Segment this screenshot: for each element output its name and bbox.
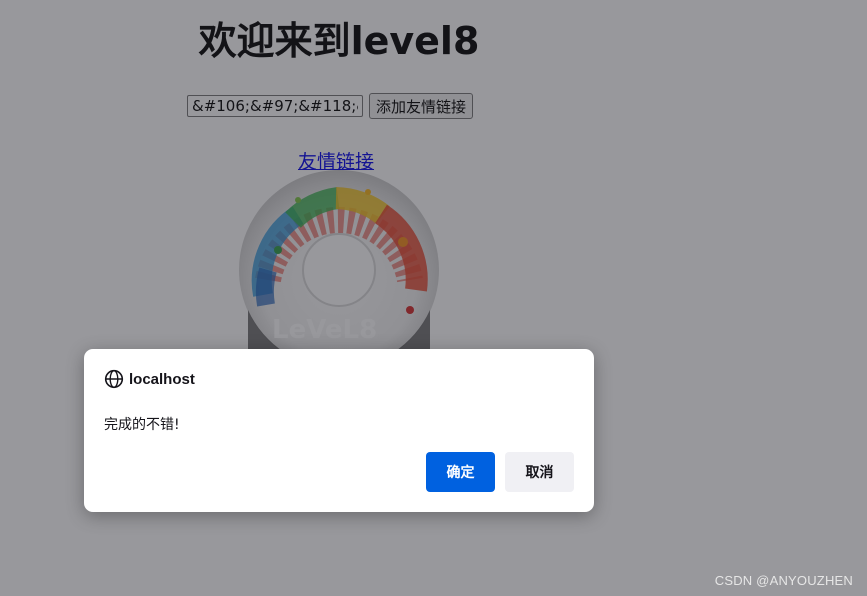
globe-icon bbox=[104, 369, 124, 389]
cancel-button[interactable]: 取消 bbox=[505, 452, 574, 492]
dialog-buttons: 确定 取消 bbox=[426, 452, 574, 492]
dialog-message: 完成的不错! bbox=[104, 417, 180, 433]
dialog-origin: localhost bbox=[129, 370, 195, 388]
watermark: CSDN @ANYOUZHEN bbox=[714, 573, 853, 588]
dialog-header: localhost bbox=[104, 369, 195, 389]
page: 欢迎来到level8 添加友情链接 友情链接 LeVeL8 bbox=[0, 0, 867, 596]
ok-button[interactable]: 确定 bbox=[426, 452, 495, 492]
alert-dialog: localhost 完成的不错! 确定 取消 bbox=[84, 349, 594, 512]
